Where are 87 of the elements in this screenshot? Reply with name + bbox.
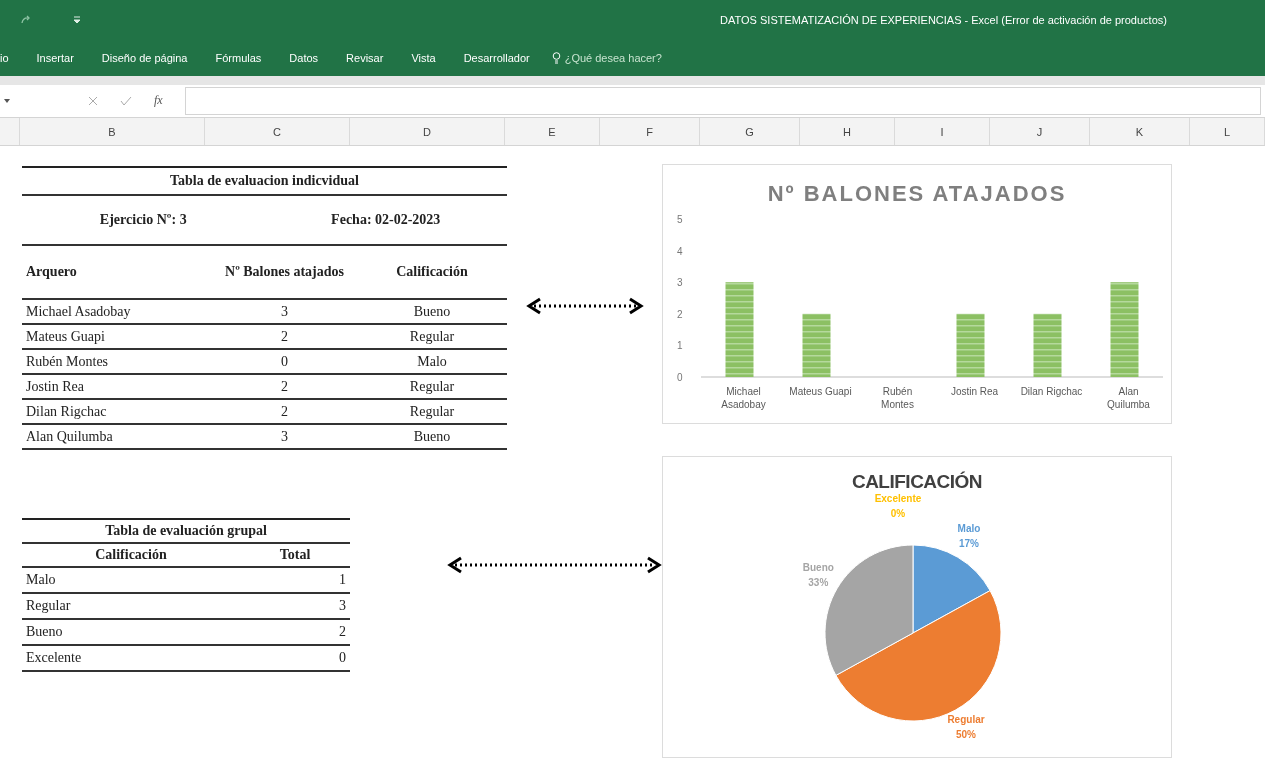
category-label: Dilan Rigchac xyxy=(1019,385,1084,399)
redo-icon[interactable] xyxy=(20,14,32,25)
column-header[interactable]: H xyxy=(800,118,895,145)
bar xyxy=(956,313,985,377)
axis-tick-label: 0 xyxy=(677,372,683,383)
table-cell-text: Regular xyxy=(408,403,456,420)
table-cell-text: Rubén Montes xyxy=(25,353,110,370)
table-cell-text: Bueno xyxy=(412,303,452,320)
insert-function-button[interactable]: fx xyxy=(154,93,163,109)
column-header[interactable]: F xyxy=(600,118,700,145)
data-label: Regular 50% xyxy=(947,714,985,741)
table-cell-text: Malo xyxy=(416,353,448,370)
ribbon-tab[interactable]: Datos xyxy=(275,51,333,64)
enter-check-icon[interactable] xyxy=(120,95,132,106)
table-cell-text: Regular xyxy=(25,598,72,614)
name-box-caret-icon[interactable] xyxy=(4,98,10,103)
table-cell-text: 3 xyxy=(280,303,289,320)
bar xyxy=(1033,313,1062,377)
column-header[interactable]: K xyxy=(1090,118,1190,145)
table-cell-text: 0 xyxy=(338,650,347,666)
axis-tick-label: 5 xyxy=(677,214,683,225)
category-label: Jostin Rea xyxy=(949,385,1000,399)
column-heading: Nº Balones atajados xyxy=(224,264,345,280)
table-cell-text: 2 xyxy=(280,328,289,345)
column-header[interactable]: I xyxy=(895,118,990,145)
table-cell-text: 3 xyxy=(338,598,347,614)
axis-tick-label: 2 xyxy=(677,308,683,320)
cancel-icon[interactable] xyxy=(88,95,98,106)
category-label: Mateus Guapi xyxy=(788,385,853,399)
column-heading: Arquero xyxy=(25,264,78,280)
double-arrow-icon xyxy=(525,296,644,316)
double-arrow-icon xyxy=(447,555,662,575)
ribbon-tab[interactable]: Revisar xyxy=(332,51,398,64)
ribbon-tab[interactable]: Fórmulas xyxy=(201,51,276,64)
table-cell-text: Excelente xyxy=(25,650,83,666)
column-header[interactable]: E xyxy=(505,118,600,145)
axis-tick-label: 3 xyxy=(677,277,683,289)
category-label: Alan Quilumba xyxy=(1106,385,1151,411)
table-cell-text: Regular xyxy=(408,378,456,395)
chart-title: CALIFICACIÓN xyxy=(851,471,983,493)
customize-caret-icon[interactable] xyxy=(72,14,82,25)
category-label: Michael Asadobay xyxy=(720,385,767,411)
data-label: Excelente 0% xyxy=(874,493,922,519)
ribbon-tab[interactable]: Vista xyxy=(397,51,450,64)
column-heading: Total xyxy=(278,547,312,563)
axis-tick-label: 1 xyxy=(677,340,683,352)
column-header[interactable]: B xyxy=(20,118,205,145)
table-cell-text: Mateus Guapi xyxy=(25,328,106,345)
table-cell-text: Michael Asadobay xyxy=(25,303,132,320)
table-title: Tabla de evaluacion indicvidual xyxy=(169,173,360,189)
column-heading: Calificación xyxy=(94,547,168,563)
ribbon-tab[interactable]: io xyxy=(0,51,23,64)
date-label: Fecha: 02-02-2023 xyxy=(330,212,442,228)
column-header[interactable]: G xyxy=(700,118,800,145)
ribbon-tab[interactable]: Insertar xyxy=(22,51,88,64)
column-header[interactable]: C xyxy=(205,118,350,145)
table-title: Tabla de evaluación grupal xyxy=(104,523,268,539)
axis-tick-label: 4 xyxy=(677,245,683,257)
tell-me-field[interactable]: ¿Qué desea hacer? xyxy=(551,51,662,64)
exercise-label: Ejercicio Nº: 3 xyxy=(98,212,188,228)
lightbulb-icon xyxy=(551,51,561,64)
column-heading: Calificación xyxy=(395,264,469,280)
table-cell-text: Dilan Rigchac xyxy=(25,403,108,420)
ribbon-tab[interactable]: Diseño de página xyxy=(87,51,202,64)
window-title: DATOS SISTEMATIZACIÓN DE EXPERIENCIAS - Excel (Error de activación de productos) xyxy=(719,13,1168,26)
ribbon-tab[interactable]: Desarrollador xyxy=(449,51,544,64)
table-cell-text: Malo xyxy=(25,572,57,588)
column-header[interactable]: J xyxy=(990,118,1090,145)
table-cell-text: 2 xyxy=(280,378,289,395)
formula-input[interactable] xyxy=(184,86,1261,115)
bar xyxy=(802,313,831,377)
table-cell-text: Bueno xyxy=(412,428,452,445)
column-header[interactable]: D xyxy=(350,118,505,145)
table-cell-text: Alan Quilumba xyxy=(25,428,114,445)
table-cell-text: Regular xyxy=(408,328,456,345)
table-cell-text: 3 xyxy=(280,428,289,445)
column-header[interactable]: L xyxy=(1190,118,1265,145)
table-cell-text: Jostin Rea xyxy=(25,378,85,395)
table-cell-text: 0 xyxy=(280,353,289,370)
data-label: Malo 17% xyxy=(957,523,981,550)
data-label: Bueno 33% xyxy=(802,562,834,588)
table-cell-text: 2 xyxy=(280,403,289,420)
category-label: Rubén Montes xyxy=(880,385,915,411)
table-cell-text: 2 xyxy=(338,624,347,640)
chart-title: Nº BALONES ATAJADOS xyxy=(767,181,1067,207)
table-cell-text: 1 xyxy=(338,572,347,588)
table-cell-text: Bueno xyxy=(25,624,64,640)
